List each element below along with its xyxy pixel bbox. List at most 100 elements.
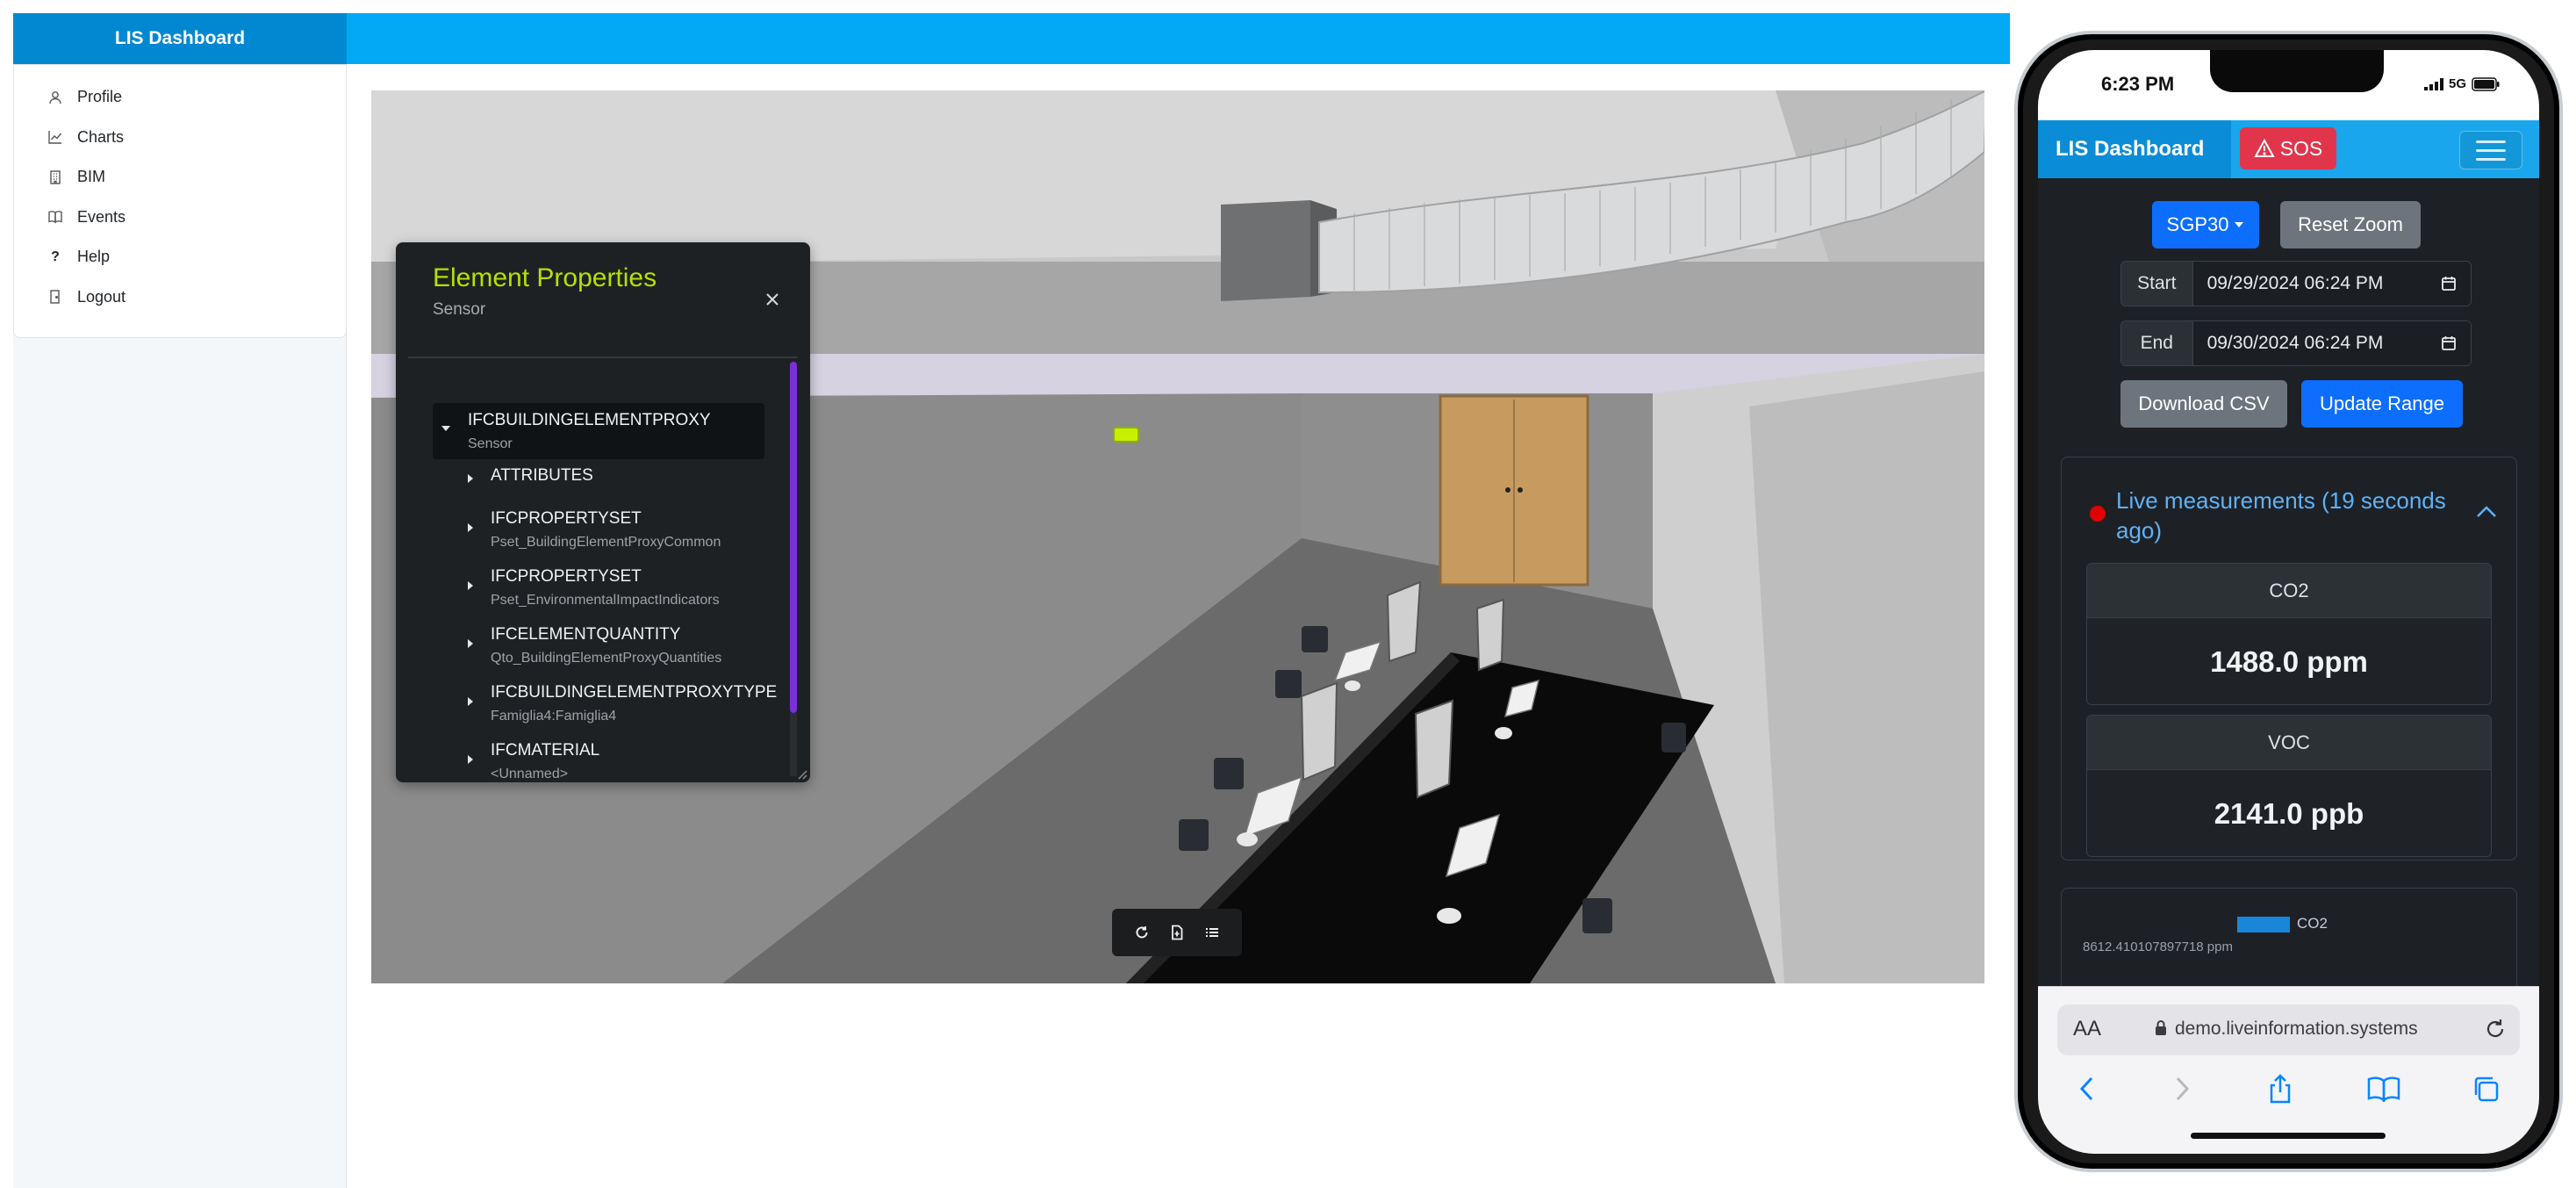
panel-scrollbar-track[interactable] <box>790 713 797 776</box>
panel-scrollbar-thumb[interactable] <box>790 362 797 713</box>
reset-view-icon <box>1136 926 1148 939</box>
chart-y-tick-label: 8612.410107897718 ppm <box>2083 940 2233 954</box>
dashboard-brand[interactable]: LIS Dashboard <box>13 13 347 64</box>
caret-right-icon <box>468 474 473 483</box>
end-label: End <box>2121 321 2193 365</box>
share-button[interactable] <box>2263 1071 2298 1106</box>
update-range-button[interactable]: Update Range <box>2301 380 2463 428</box>
calendar-icon[interactable] <box>2441 335 2457 351</box>
tree-node-root[interactable]: IFCBUILDINGELEMENTPROXY Sensor <box>433 403 764 459</box>
tree-node-propertyset-common[interactable]: IFCPROPERTYSET Pset_BuildingElementProxy… <box>456 501 775 559</box>
reload-icon[interactable] <box>2484 1018 2507 1040</box>
sidebar-item-label: Profile <box>77 88 123 106</box>
measurement-value: 1488.0 ppm <box>2087 618 2491 704</box>
caret-down-icon <box>441 426 450 431</box>
export-file-button[interactable] <box>1166 921 1188 944</box>
start-date-input[interactable]: 09/29/2024 06:24 PM <box>2192 262 2471 306</box>
bookmarks-button[interactable] <box>2366 1071 2401 1106</box>
chevron-right-icon <box>2176 1076 2190 1101</box>
mobile-navbar: LIS Dashboard SOS <box>2038 120 2539 178</box>
tree-node-title: IFCMATERIAL <box>491 741 600 760</box>
tabs-button[interactable] <box>2468 1071 2503 1106</box>
sos-label: SOS <box>2279 136 2323 160</box>
tree-node-element-quantity[interactable]: IFCELEMENTQUANTITY Qto_BuildingElementPr… <box>456 617 775 675</box>
end-date-value: 09/30/2024 06:24 PM <box>2206 333 2384 353</box>
chart-line-icon <box>48 131 62 144</box>
tree-node-title: IFCPROPERTYSET <box>491 567 642 586</box>
tree-node-title: IFCPROPERTYSET <box>491 509 642 528</box>
resize-handle-icon[interactable] <box>797 769 807 780</box>
sidebar-item-profile[interactable]: Profile <box>14 77 346 118</box>
hamburger-icon <box>2476 157 2506 161</box>
mobile-brand[interactable]: LIS Dashboard <box>2056 137 2204 162</box>
phone-notch <box>2210 50 2384 92</box>
caret-right-icon <box>468 639 473 648</box>
share-icon <box>2270 1074 2291 1104</box>
live-measurements-card: Live measurements (19 seconds ago) CO2 1… <box>2061 457 2517 860</box>
caret-right-icon <box>468 755 473 764</box>
measurement-name: CO2 <box>2087 564 2491 618</box>
device-dropdown-button[interactable]: SGP30 <box>2152 201 2259 248</box>
tree-node-subtitle: Sensor <box>468 436 513 451</box>
list-button[interactable] <box>1201 921 1223 944</box>
door-icon <box>50 290 60 304</box>
tree-node-title: IFCBUILDINGELEMENTPROXYTYPE <box>491 683 778 702</box>
sidebar-item-help[interactable]: ? Help <box>14 237 346 277</box>
url-text: demo.liveinformation.systems <box>2175 1019 2418 1039</box>
desktop-dashboard: LIS Dashboard Profile Charts BIM Events … <box>0 0 2019 1188</box>
caret-down-icon <box>2235 222 2244 227</box>
chevron-up-icon[interactable] <box>2474 501 2499 522</box>
back-button[interactable] <box>2070 1071 2105 1106</box>
question-icon: ? <box>51 248 60 264</box>
tree-node-title: IFCBUILDINGELEMENTPROXY <box>468 411 711 429</box>
download-csv-button[interactable]: Download CSV <box>2120 380 2287 428</box>
close-button[interactable] <box>759 286 786 313</box>
bim-3d-viewer[interactable]: Element Properties Sensor IFCBUILDINGELE… <box>371 90 1984 983</box>
reader-options-button[interactable]: AA <box>2073 1017 2101 1041</box>
sidebar-item-label: Help <box>77 248 111 266</box>
measurement-value: 2141.0 ppb <box>2087 770 2491 856</box>
reset-view-button[interactable] <box>1130 921 1153 944</box>
address-bar[interactable]: AA demo.liveinformation.systems <box>2057 1004 2520 1055</box>
end-date-group: End 09/30/2024 06:24 PM <box>2120 320 2472 366</box>
property-tree: IFCBUILDINGELEMENTPROXY Sensor ATTRIBUTE… <box>433 403 778 782</box>
tabs-icon <box>2474 1076 2499 1102</box>
legend-swatch[interactable] <box>2237 917 2290 932</box>
measurement-card-voc: VOC 2141.0 ppb <box>2086 715 2492 857</box>
signal-icon <box>2424 77 2443 90</box>
live-measurements-title[interactable]: Live measurements (19 seconds ago) <box>2116 486 2450 545</box>
sidebar-item-label: Events <box>77 207 126 226</box>
status-time: 6:23 PM <box>2101 73 2175 95</box>
reset-zoom-button[interactable]: Reset Zoom <box>2280 201 2421 248</box>
sidebar-item-label: Logout <box>77 287 126 306</box>
tree-node-propertyset-environmental[interactable]: IFCPROPERTYSET Pset_EnvironmentalImpactI… <box>456 559 775 617</box>
phone-screen: 6:23 PM 5G LIS Dashboard SOS SGP30 Reset… <box>2038 50 2539 1154</box>
tree-node-proxy-type[interactable]: IFCBUILDINGELEMENTPROXYTYPE Famiglia4:Fa… <box>456 675 778 733</box>
building-icon <box>50 170 61 184</box>
menu-toggle-button[interactable] <box>2459 131 2522 169</box>
tree-node-subtitle: <Unnamed> <box>491 767 569 781</box>
start-label: Start <box>2121 262 2193 306</box>
sidebar-item-events[interactable]: Events <box>14 198 346 238</box>
device-label: SGP30 <box>2166 213 2229 235</box>
tree-node-attributes[interactable]: ATTRIBUTES <box>456 459 775 501</box>
sos-button[interactable]: SOS <box>2240 127 2336 169</box>
battery-icon <box>2472 76 2500 91</box>
panel-subtitle: Sensor <box>433 300 486 319</box>
forward-button[interactable] <box>2164 1071 2199 1106</box>
start-date-value: 09/29/2024 06:24 PM <box>2206 273 2384 293</box>
caret-right-icon <box>468 581 473 590</box>
sidebar-item-bim[interactable]: BIM <box>14 157 346 198</box>
calendar-icon[interactable] <box>2441 276 2457 292</box>
start-date-group: Start 09/29/2024 06:24 PM <box>2120 261 2472 306</box>
warning-icon <box>2254 139 2275 157</box>
book-icon <box>48 211 62 224</box>
sidebar-item-logout[interactable]: Logout <box>14 277 346 318</box>
caret-right-icon <box>468 697 473 706</box>
top-navbar <box>347 13 2010 64</box>
panel-divider <box>408 356 798 358</box>
viewer-toolbar <box>1112 909 1242 956</box>
end-date-input[interactable]: 09/30/2024 06:24 PM <box>2192 321 2471 365</box>
sidebar-item-charts[interactable]: Charts <box>14 118 346 158</box>
tree-node-material[interactable]: IFCMATERIAL <Unnamed> <box>456 733 775 782</box>
